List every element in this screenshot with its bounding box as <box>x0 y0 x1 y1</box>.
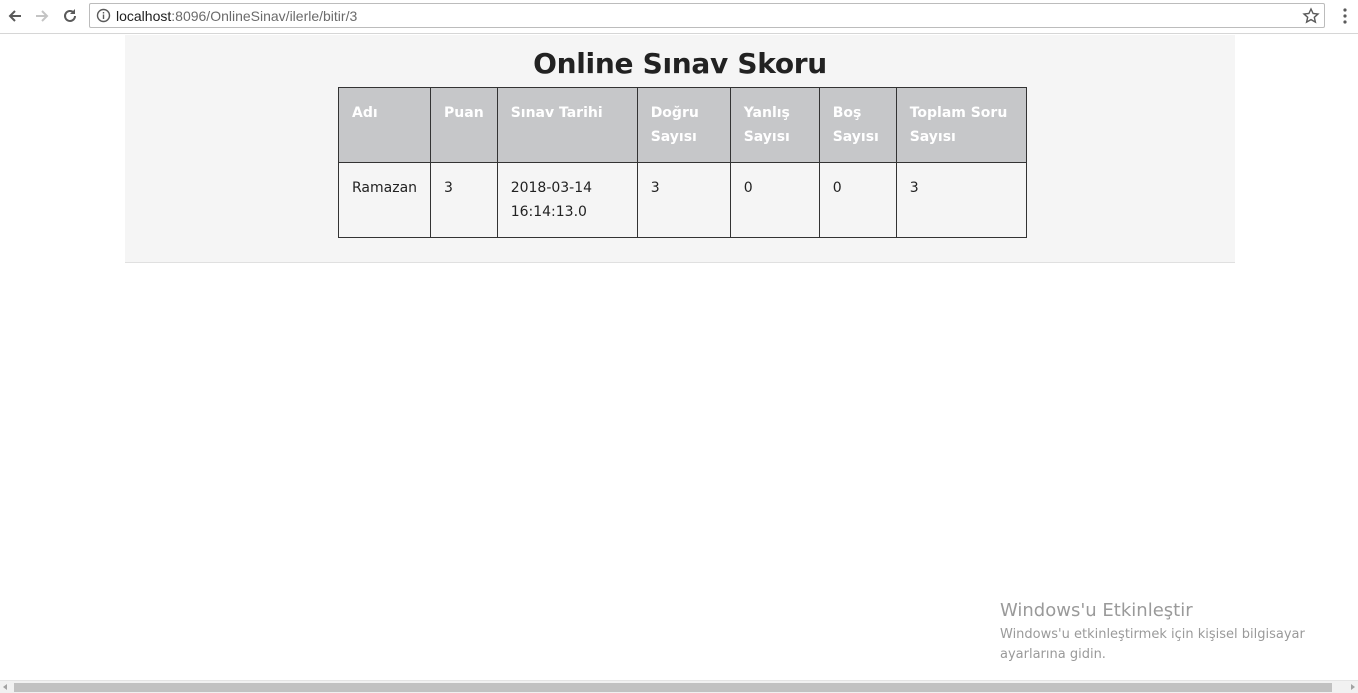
header-wrong-count: Yanlış Sayısı <box>729 87 820 163</box>
score-table: Adı Puan Sınav Tarihi Doğru Sayısı Yanlı… <box>337 87 1027 238</box>
cell-exam-date: 2018-03-14 16:14:13.0 <box>496 162 638 238</box>
page-title: Online Sınav Skoru <box>533 47 827 80</box>
bookmark-star-icon[interactable] <box>1302 7 1320 25</box>
header-total-questions: Toplam Soru Sayısı <box>895 87 1027 163</box>
cell-score: 3 <box>430 162 498 238</box>
cell-name: Ramazan <box>337 162 432 238</box>
watermark-title: Windows'u Etkinleştir <box>1000 600 1193 621</box>
cell-empty-count: 0 <box>818 162 897 238</box>
header-correct-count: Doğru Sayısı <box>636 87 731 163</box>
reload-button[interactable] <box>58 4 82 28</box>
header-exam-date: Sınav Tarihi <box>496 87 638 163</box>
header-name: Adı <box>337 87 432 163</box>
header-empty-count: Boş Sayısı <box>818 87 897 163</box>
table-row: Ramazan 3 2018-03-14 16:14:13.0 3 0 0 3 <box>337 162 1027 238</box>
url-text: localhost:8096/OnlineSinav/ilerle/bitir/… <box>116 8 357 24</box>
scroll-left-arrow-icon[interactable] <box>3 684 7 690</box>
forward-arrow-icon <box>36 10 49 22</box>
address-bar[interactable]: localhost:8096/OnlineSinav/ilerle/bitir/… <box>89 3 1325 28</box>
table-header-row: Adı Puan Sınav Tarihi Doğru Sayısı Yanlı… <box>337 87 1027 163</box>
scroll-right-arrow-icon[interactable] <box>1351 684 1355 690</box>
cell-total-questions: 3 <box>895 162 1027 238</box>
url-path: :8096/OnlineSinav/ilerle/bitir/3 <box>171 8 358 24</box>
score-panel: Online Sınav Skoru Adı Puan Sınav Tarihi… <box>125 35 1235 263</box>
back-arrow-icon <box>8 10 21 22</box>
info-icon[interactable] <box>96 8 111 23</box>
scrollbar-thumb[interactable] <box>14 683 1332 692</box>
forward-button[interactable] <box>30 4 54 28</box>
header-score: Puan <box>430 87 498 163</box>
horizontal-scrollbar[interactable] <box>0 680 1358 693</box>
windows-activation-watermark: Windows'u Etkinleştir Windows'u etkinleş… <box>1000 600 1320 665</box>
cell-correct-count: 3 <box>636 162 731 238</box>
watermark-subtitle: Windows'u etkinleştirmek için kişisel bi… <box>1000 627 1305 662</box>
back-button[interactable] <box>3 4 27 28</box>
browser-toolbar: localhost:8096/OnlineSinav/ilerle/bitir/… <box>0 0 1358 34</box>
reload-icon <box>64 9 76 22</box>
cell-wrong-count: 0 <box>729 162 820 238</box>
url-host: localhost <box>116 8 172 24</box>
browser-menu-icon[interactable] <box>1338 5 1352 27</box>
